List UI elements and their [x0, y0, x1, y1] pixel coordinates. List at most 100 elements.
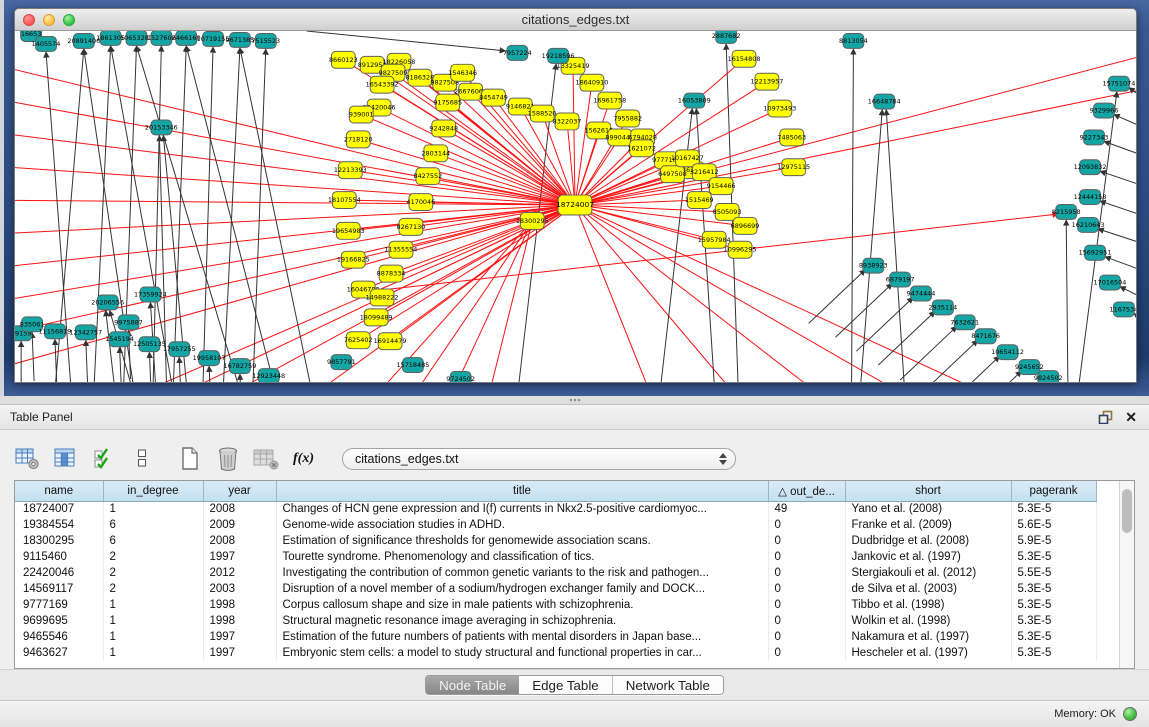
graph-node[interactable]: 9329966: [1090, 103, 1119, 118]
table-cell[interactable]: 5.9E-5: [1011, 533, 1096, 549]
table-cell[interactable]: 22420046: [15, 565, 103, 581]
table-cell[interactable]: 9465546: [15, 629, 103, 645]
graph-node[interactable]: 8938923: [859, 258, 888, 273]
table-cell[interactable]: 6: [103, 517, 203, 533]
table-cell[interactable]: Tourette syndrome. Phenomenology and cla…: [276, 549, 768, 565]
graph-node[interactable]: 16914479: [374, 333, 407, 350]
table-cell[interactable]: 2003: [203, 581, 276, 597]
column-header[interactable]: name: [15, 481, 103, 501]
scrollbar-thumb[interactable]: [1122, 489, 1132, 533]
table-cell[interactable]: Jankovic et al. (1997): [845, 549, 1011, 565]
graph-node[interactable]: 1621072: [627, 140, 656, 157]
table-cell[interactable]: 2008: [203, 501, 276, 517]
network-canvas[interactable]: 8660123891295418226058982750916543392818…: [15, 31, 1136, 382]
column-header[interactable]: title: [276, 481, 768, 501]
table-cell[interactable]: 0: [768, 565, 845, 581]
table-cell[interactable]: 0: [768, 533, 845, 549]
table-row[interactable]: 1456911722003Disruption of a novel membe…: [15, 581, 1096, 597]
table-row[interactable]: 2242004622012Investigating the contribut…: [15, 565, 1096, 581]
table-cell[interactable]: Investigating the contribution of common…: [276, 565, 768, 581]
graph-node[interactable]: 8471676: [971, 329, 1000, 344]
graph-node[interactable]: 16210643: [1072, 217, 1105, 232]
table-cell[interactable]: 0: [768, 613, 845, 629]
column-header[interactable]: pagerank: [1011, 481, 1096, 501]
graph-node[interactable]: 8454749: [479, 89, 508, 106]
graph-node[interactable]: 7515523: [251, 33, 280, 48]
graph-node[interactable]: 6879197: [886, 272, 915, 287]
graph-node[interactable]: 17957255: [163, 342, 196, 357]
table-cell[interactable]: 1: [103, 501, 203, 517]
graph-node[interactable]: 2935114: [929, 300, 958, 315]
graph-node[interactable]: 8322037: [553, 113, 582, 130]
graph-node[interactable]: 9857791: [327, 355, 356, 370]
graph-node[interactable]: 16961758: [593, 92, 626, 109]
float-panel-icon[interactable]: [1098, 410, 1113, 424]
graph-node[interactable]: 8267130: [397, 218, 426, 235]
graph-node[interactable]: 2887682: [712, 31, 741, 43]
graph-node[interactable]: 6896699: [731, 217, 760, 234]
graph-node[interactable]: 12923448: [252, 369, 285, 382]
graph-node[interactable]: 1545194: [105, 332, 134, 347]
panel-splitter[interactable]: [0, 396, 1149, 404]
table-cell[interactable]: 9777169: [15, 597, 103, 613]
graph-node[interactable]: 9242848: [429, 120, 458, 137]
graph-node[interactable]: 9154466: [707, 178, 736, 195]
table-cell[interactable]: 5.3E-5: [1011, 581, 1096, 597]
column-header[interactable]: year: [203, 481, 276, 501]
table-cell[interactable]: Yano et al. (2008): [845, 501, 1011, 517]
graph-node[interactable]: 9227343: [1080, 130, 1109, 145]
graph-node[interactable]: 12444158: [1074, 190, 1107, 205]
table-cell[interactable]: 1998: [203, 597, 276, 613]
graph-node[interactable]: 9175685: [433, 94, 462, 111]
table-cell[interactable]: 0: [768, 629, 845, 645]
table-cell[interactable]: 0: [768, 517, 845, 533]
graph-node[interactable]: 9975887: [114, 315, 143, 330]
graph-node[interactable]: 9824502: [1034, 371, 1063, 382]
table-cell[interactable]: 1: [103, 645, 203, 661]
table-cell[interactable]: Disruption of a novel member of a sodium…: [276, 581, 768, 597]
new-table-icon[interactable]: [176, 446, 203, 472]
graph-node[interactable]: 7957224: [503, 45, 532, 60]
table-cell[interactable]: 2012: [203, 565, 276, 581]
table-scrollbar[interactable]: [1119, 481, 1134, 668]
table-row[interactable]: 977716911998Corpus callosum shape and si…: [15, 597, 1096, 613]
graph-node[interactable]: 8878334: [377, 265, 406, 282]
table-cell[interactable]: de Silva et al. (2003): [845, 581, 1011, 597]
graph-node[interactable]: 6497508: [658, 166, 687, 183]
graph-node[interactable]: 8215958: [1052, 205, 1081, 220]
delete-table-icon[interactable]: [252, 446, 279, 472]
table-cell[interactable]: 0: [768, 597, 845, 613]
table-cell[interactable]: 1: [103, 597, 203, 613]
tab-edge-table[interactable]: Edge Table: [519, 676, 611, 694]
table-cell[interactable]: Structural magnetic resonance image aver…: [276, 613, 768, 629]
table-cell[interactable]: 0: [768, 549, 845, 565]
table-cell[interactable]: 1: [103, 629, 203, 645]
graph-node[interactable]: 1167534: [1110, 302, 1136, 317]
graph-node[interactable]: 15718485: [396, 358, 429, 373]
row-height-icon[interactable]: [128, 446, 155, 472]
graph-node[interactable]: 9474444: [907, 286, 936, 301]
table-cell[interactable]: 18300295: [15, 533, 103, 549]
table-cell[interactable]: 2: [103, 549, 203, 565]
column-header[interactable]: △ out_de...: [768, 481, 845, 501]
table-cell[interactable]: Embryonic stem cells: a model to study s…: [276, 645, 768, 661]
table-cell[interactable]: Franke et al. (2009): [845, 517, 1011, 533]
table-cell[interactable]: 6: [103, 533, 203, 549]
network-window-titlebar[interactable]: citations_edges.txt: [15, 9, 1136, 31]
table-cell[interactable]: Hescheler et al. (1997): [845, 645, 1011, 661]
graph-node[interactable]: 1546346: [448, 64, 477, 81]
graph-node[interactable]: 939001: [349, 106, 374, 123]
table-cell[interactable]: Dudbridge et al. (2008): [845, 533, 1011, 549]
table-row[interactable]: 1872400712008Changes of HCN gene express…: [15, 501, 1096, 517]
table-settings-icon[interactable]: [14, 446, 41, 472]
function-builder-icon[interactable]: f(x): [290, 446, 317, 472]
graph-node[interactable]: 10996295: [724, 241, 757, 258]
splitter-grip-icon[interactable]: [569, 398, 581, 403]
graph-node[interactable]: 16053809: [678, 93, 711, 108]
graph-node[interactable]: 1405574: [32, 36, 61, 51]
graph-node[interactable]: 17359924: [134, 287, 167, 302]
graph-node[interactable]: 7955882: [613, 110, 642, 127]
table-row[interactable]: 969969511998Structural magnetic resonanc…: [15, 613, 1096, 629]
graph-node[interactable]: 18099489: [360, 309, 393, 326]
tab-network-table[interactable]: Network Table: [612, 676, 723, 694]
